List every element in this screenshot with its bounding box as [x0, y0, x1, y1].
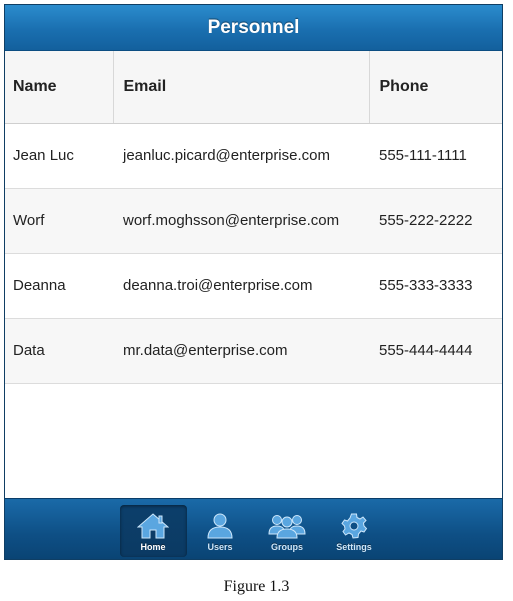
figure-caption: Figure 1.3 — [223, 578, 290, 595]
table-row[interactable]: Deanna deanna.troi@enterprise.com 555-33… — [5, 253, 502, 319]
tab-users[interactable]: Users — [187, 505, 254, 557]
cell-name: Worf — [5, 188, 113, 254]
cell-phone: 555-444-4444 — [369, 318, 502, 384]
cell-email: jeanluc.picard@enterprise.com — [113, 123, 369, 189]
tab-label: Home — [140, 542, 166, 552]
tab-home[interactable]: Home — [119, 505, 187, 557]
table-row[interactable]: Jean Luc jeanluc.picard@enterprise.com 5… — [5, 123, 502, 189]
page-title: Personnel — [207, 16, 300, 38]
cell-email: worf.moghsson@enterprise.com — [113, 188, 369, 254]
group-icon — [268, 513, 306, 542]
cell-phone: 555-111-1111 — [369, 123, 502, 189]
tab-bar: Home Users Groups Settings — [5, 498, 502, 559]
tab-settings[interactable]: Settings — [321, 505, 388, 557]
cell-email: deanna.troi@enterprise.com — [113, 253, 369, 319]
cell-name: Data — [5, 318, 113, 384]
cell-name: Deanna — [5, 253, 113, 319]
gear-icon — [338, 513, 370, 542]
column-header-phone[interactable]: Phone — [369, 51, 502, 124]
tab-label: Users — [207, 542, 233, 552]
cell-email: mr.data@enterprise.com — [113, 318, 369, 384]
app-screen: Personnel Name Email Phone Jean Luc jean… — [4, 4, 503, 560]
user-icon — [204, 513, 236, 542]
header-bar: Personnel — [5, 5, 502, 51]
personnel-table: Name Email Phone Jean Luc jeanluc.picard… — [5, 51, 502, 384]
home-icon — [137, 513, 169, 542]
tab-label: Groups — [270, 542, 303, 552]
tab-groups[interactable]: Groups — [254, 505, 321, 557]
tab-label: Settings — [336, 542, 372, 552]
cell-phone: 555-333-3333 — [369, 253, 502, 319]
cell-phone: 555-222-2222 — [369, 188, 502, 254]
cell-name: Jean Luc — [5, 123, 113, 189]
table-row[interactable]: Worf worf.moghsson@enterprise.com 555-22… — [5, 188, 502, 254]
column-header-name[interactable]: Name — [5, 51, 114, 124]
column-header-email[interactable]: Email — [113, 51, 370, 124]
table-row[interactable]: Data mr.data@enterprise.com 555-444-4444 — [5, 318, 502, 384]
table-header-row: Name Email Phone — [5, 51, 502, 124]
